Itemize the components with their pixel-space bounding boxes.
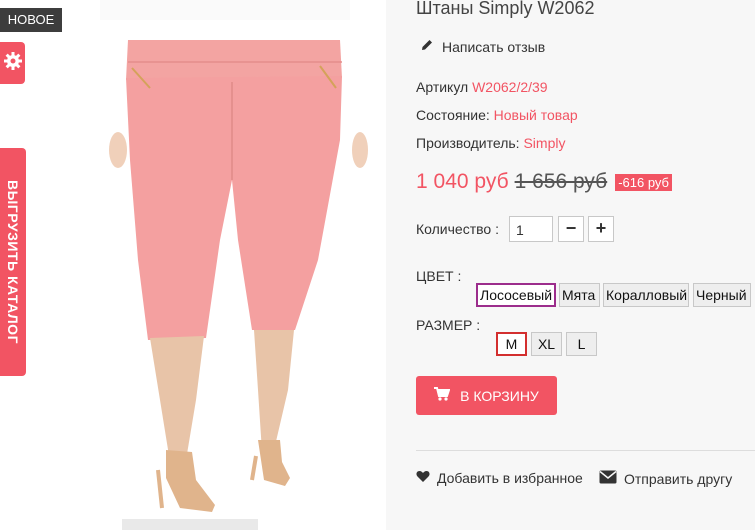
color-option-coral[interactable]: Коралловый: [603, 283, 689, 307]
size-option-m[interactable]: M: [496, 332, 527, 356]
color-option-black[interactable]: Черный: [693, 283, 751, 307]
write-review-link[interactable]: Написать отзыв: [420, 38, 545, 55]
left-hand: [109, 132, 127, 168]
size-option-l[interactable]: L: [566, 332, 597, 356]
color-label: ЦВЕТ :: [416, 268, 462, 284]
quantity-increase-button[interactable]: +: [588, 216, 614, 242]
pencil-icon: [420, 38, 434, 55]
current-price: 1 040 руб: [416, 170, 509, 193]
send-friend-label: Отправить другу: [624, 470, 733, 487]
divider: [416, 450, 755, 451]
left-shoe: [166, 450, 215, 512]
old-price: 1 656 руб: [514, 170, 608, 193]
product-title: Штаны Simply W2062: [416, 0, 595, 18]
discount-badge: -616 руб: [615, 173, 672, 191]
add-to-cart-button[interactable]: В КОРЗИНУ: [416, 376, 557, 415]
product-photo-area: НОВОЕ ВЫГРУЗИТЬ КАТАЛОГ: [0, 0, 386, 530]
pants-shape: [126, 76, 342, 340]
heart-icon: [416, 470, 430, 486]
article-label: Артикул: [416, 79, 469, 95]
write-review-label: Написать отзыв: [442, 38, 546, 55]
color-option-salmon[interactable]: Лососевый: [476, 283, 556, 307]
add-to-cart-label: В КОРЗИНУ: [460, 387, 539, 404]
envelope-icon: [599, 470, 617, 487]
quantity-label: Количество :: [416, 221, 499, 237]
condition-row: Состояние: Новый товар: [416, 107, 578, 123]
quantity-input[interactable]: 1: [509, 216, 553, 242]
manufacturer-label: Производитель:: [416, 135, 520, 151]
color-option-mint[interactable]: Мята: [559, 283, 600, 307]
thumbnail-strip[interactable]: [122, 519, 258, 530]
quantity-decrease-button[interactable]: −: [558, 216, 584, 242]
wishlist-label: Добавить в избранное: [437, 470, 583, 486]
price-block: 1 040 руб 1 656 руб -616 руб: [416, 170, 672, 194]
size-label: РАЗМЕР :: [416, 317, 481, 333]
article-row: Артикул W2062/2/39: [416, 79, 548, 95]
article-value: W2062/2/39: [472, 79, 548, 95]
cart-icon: [434, 387, 451, 404]
condition-label: Состояние:: [416, 107, 490, 123]
add-to-wishlist-link[interactable]: Добавить в избранное: [416, 470, 583, 486]
export-catalog-tab[interactable]: ВЫГРУЗИТЬ КАТАЛОГ: [0, 148, 26, 376]
manufacturer-link[interactable]: Simply: [523, 135, 565, 151]
right-shoe: [258, 440, 290, 486]
new-badge: НОВОЕ: [0, 8, 62, 32]
manufacturer-row: Производитель: Simply: [416, 135, 565, 151]
export-catalog-label: ВЫГРУЗИТЬ КАТАЛОГ: [5, 179, 21, 345]
settings-button[interactable]: [0, 42, 25, 84]
size-option-xl[interactable]: XL: [531, 332, 562, 356]
right-hand: [352, 132, 368, 168]
product-image[interactable]: [0, 0, 386, 530]
condition-value: Новый товар: [493, 107, 578, 123]
gear-icon: [3, 51, 23, 76]
send-to-friend-link[interactable]: Отправить другу: [599, 470, 732, 487]
